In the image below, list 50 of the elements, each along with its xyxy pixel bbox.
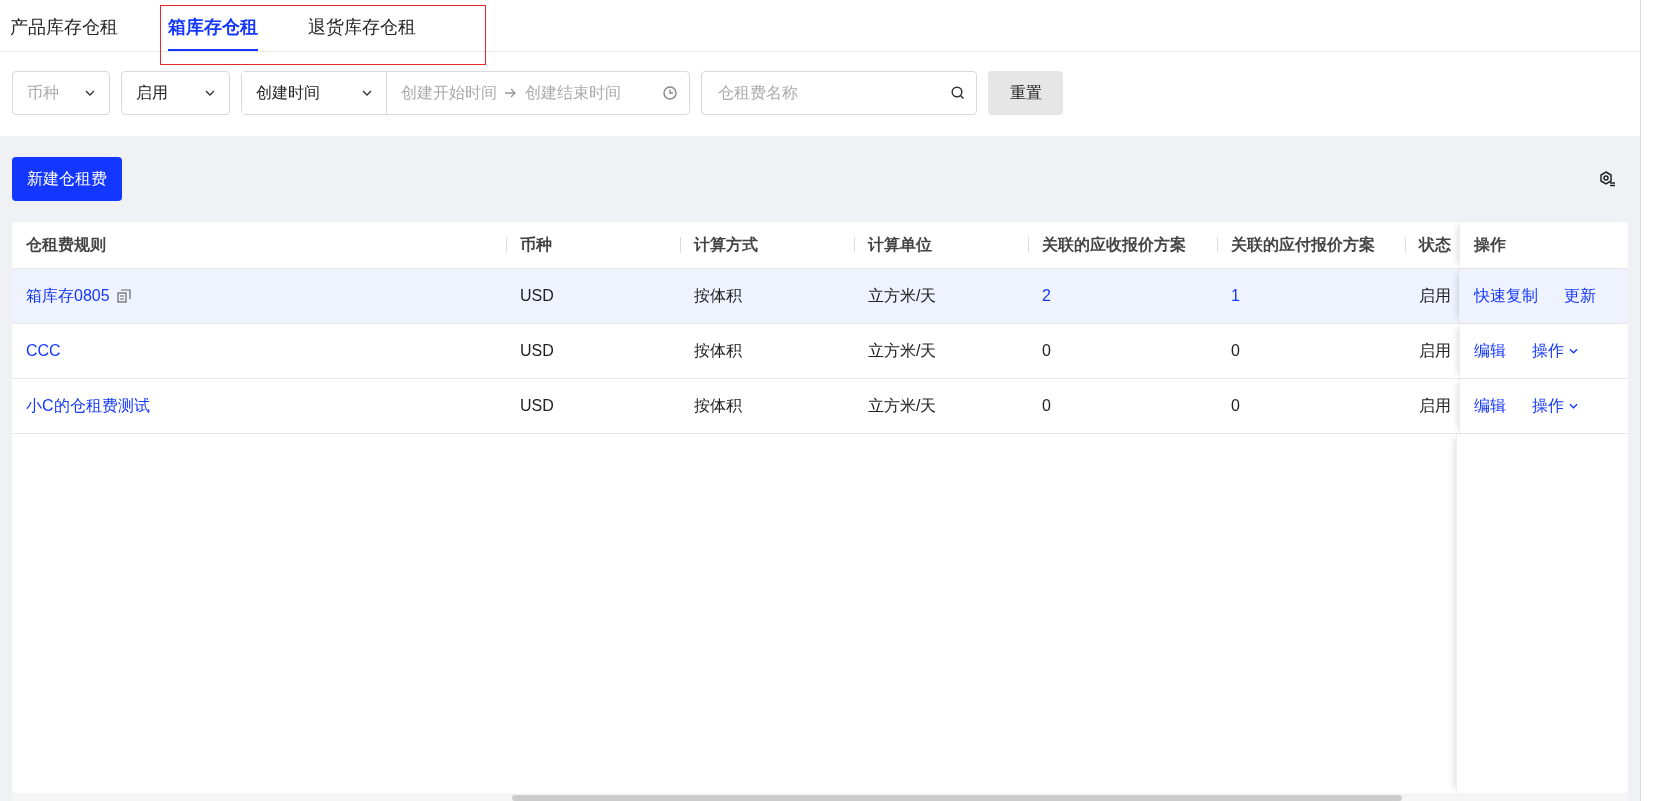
settings-icon[interactable]: [1598, 170, 1616, 188]
table-cell-text: 立方米/天: [868, 285, 937, 306]
table-cell: 0: [1042, 397, 1051, 415]
action-link[interactable]: 快速复制: [1474, 285, 1538, 307]
chevron-down-icon: [85, 90, 95, 96]
column-header: 币种: [520, 234, 552, 255]
table-cell: USD: [520, 397, 554, 415]
count-link[interactable]: 2: [1042, 287, 1051, 305]
table-cell: 0: [1231, 342, 1240, 360]
table-cell: USD: [520, 287, 554, 305]
chevron-down-icon: [1569, 403, 1578, 409]
table-cell-text: 立方米/天: [868, 395, 937, 416]
table-cell: 0: [1042, 342, 1051, 360]
search-icon: [951, 86, 965, 100]
rule-link[interactable]: 箱库存0805: [26, 285, 110, 307]
rule-link[interactable]: CCC: [26, 342, 61, 360]
table-cell-text: 启用: [1419, 285, 1451, 306]
table-cell-text: 启用: [1419, 395, 1451, 416]
column-header: 操作: [1474, 234, 1506, 255]
search-field[interactable]: 仓租费名称: [701, 71, 977, 115]
rule-link[interactable]: 小C的仓租费测试: [26, 395, 150, 417]
tab[interactable]: 箱库存仓租: [168, 0, 258, 51]
reset-button[interactable]: 重置: [988, 71, 1063, 115]
column-header: 计算单位: [868, 234, 932, 255]
table-cell-text: 启用: [1419, 340, 1451, 361]
new-fee-button[interactable]: 新建仓租费: [12, 157, 122, 201]
column-header: 关联的应收报价方案: [1042, 234, 1186, 255]
tab[interactable]: 退货库存仓租: [308, 0, 416, 51]
table-cell: 0: [1231, 397, 1240, 415]
scrollbar-thumb[interactable]: [512, 795, 1402, 801]
copy-icon[interactable]: [116, 289, 131, 303]
tab[interactable]: 产品库存仓租: [10, 0, 118, 51]
table-cell-text: 按体积: [694, 285, 742, 306]
column-header: 关联的应付报价方案: [1231, 234, 1375, 255]
actions-dropdown[interactable]: 操作: [1532, 395, 1578, 417]
chevron-down-icon: [205, 90, 215, 96]
column-header: 仓租费规则: [26, 234, 106, 255]
action-link[interactable]: 编辑: [1474, 395, 1506, 417]
count-link[interactable]: 1: [1231, 287, 1240, 305]
action-link[interactable]: 更新: [1564, 285, 1596, 307]
chevron-down-icon: [1569, 348, 1578, 354]
status-select[interactable]: 启用: [121, 71, 230, 115]
table-cell-text: 按体积: [694, 395, 742, 416]
table-cell-text: 按体积: [694, 340, 742, 361]
column-header: 计算方式: [694, 234, 758, 255]
action-link[interactable]: 编辑: [1474, 340, 1506, 362]
table-cell-text: 立方米/天: [868, 340, 937, 361]
column-header: 状态: [1419, 234, 1451, 255]
actions-dropdown[interactable]: 操作: [1532, 340, 1578, 362]
table-cell: USD: [520, 342, 554, 360]
